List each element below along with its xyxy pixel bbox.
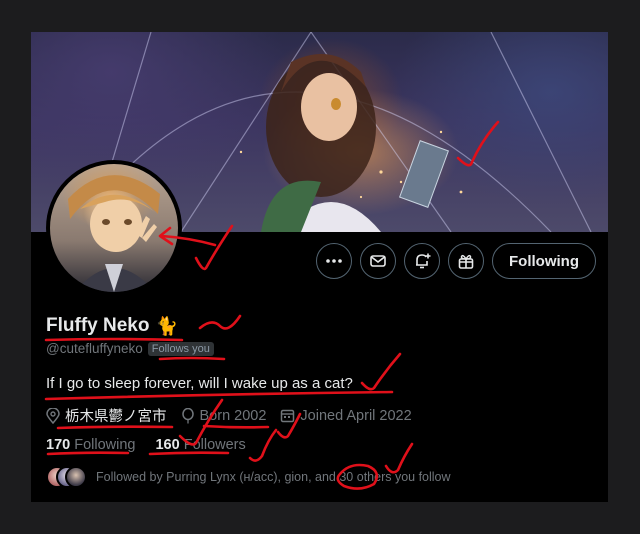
profile-avatar[interactable] (46, 160, 182, 296)
follows-you-badge: Follows you (147, 341, 214, 356)
profile-card: Following Fluffy Neko 🐈 @cutefluffyneko … (31, 32, 608, 502)
avatar-illustration (68, 175, 160, 292)
more-button[interactable] (316, 243, 353, 279)
followers-label: Followers (183, 437, 246, 453)
bell-plus-icon (416, 253, 431, 269)
profile-meta: 栃木県鬱ノ宮市 Born 2002 Joined April 2022 (46, 405, 412, 426)
user-handle: @cutefluffyneko (46, 341, 143, 356)
mail-icon (370, 255, 386, 267)
following-count: 170 (46, 437, 71, 453)
mutual-avatars (46, 466, 87, 488)
following-label: Following (74, 437, 136, 453)
location-text: 栃木県鬱ノ宮市 (65, 409, 167, 425)
more-icon (326, 259, 342, 263)
joined-item: Joined April 2022 (280, 407, 412, 424)
birth-item: Born 2002 (181, 407, 267, 424)
followed-by-row[interactable]: Followed by Purring Lynx (ʜ/acc), gion, … (46, 466, 451, 488)
born-text: Born 2002 (199, 407, 267, 424)
followed-by-text: Followed by Purring Lynx (ʜ/acc), gion, … (96, 470, 451, 484)
follow-stats: 170 Following 160 Followers (46, 437, 246, 453)
subscribe-button[interactable] (448, 243, 485, 279)
notify-button[interactable] (404, 243, 441, 279)
calendar-icon (281, 409, 295, 423)
location-item: 栃木県鬱ノ宮市 (46, 405, 167, 426)
following-button[interactable]: Following (492, 243, 596, 279)
following-link[interactable]: 170 Following (46, 437, 135, 453)
display-name: Fluffy Neko (46, 315, 150, 336)
gift-icon (458, 254, 474, 269)
profile-actions: Following (316, 243, 596, 279)
location-pin-icon (46, 407, 60, 424)
followers-link[interactable]: 160 Followers (155, 437, 245, 453)
balloon-icon (181, 407, 194, 423)
joined-text: Joined April 2022 (300, 407, 412, 424)
handle-row: @cutefluffyneko Follows you (46, 341, 214, 356)
display-name-row: Fluffy Neko 🐈 (46, 315, 178, 337)
message-button[interactable] (360, 243, 397, 279)
followers-count: 160 (155, 437, 180, 453)
cat-emoji: 🐈 (155, 315, 178, 337)
mutual-avatar (65, 466, 87, 488)
profile-bio: If I go to sleep forever, will I wake up… (46, 375, 353, 392)
